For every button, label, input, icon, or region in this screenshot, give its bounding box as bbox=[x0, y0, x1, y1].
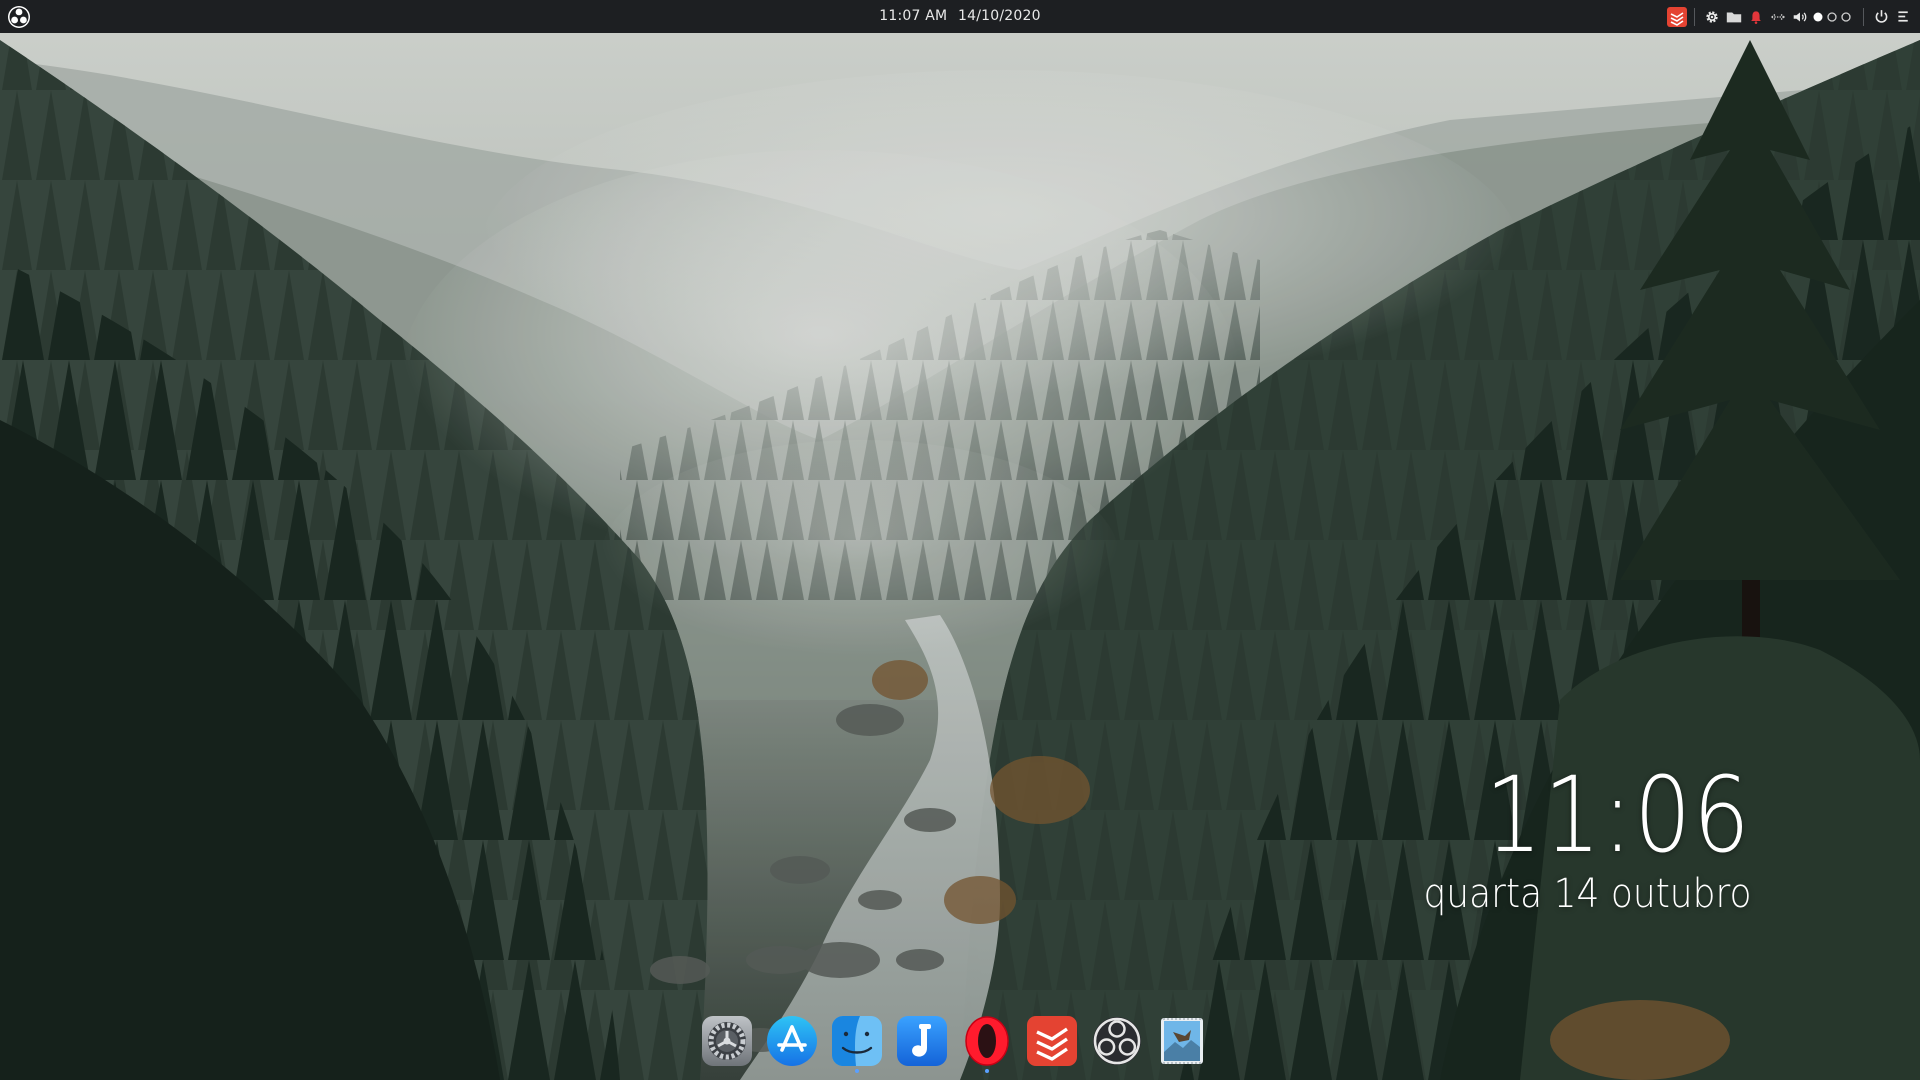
folder-icon[interactable] bbox=[1724, 7, 1744, 27]
power-icon[interactable] bbox=[1871, 7, 1891, 27]
todoist-icon[interactable] bbox=[1025, 1014, 1079, 1068]
workspace-indicator-icon[interactable] bbox=[1812, 7, 1856, 27]
opera-browser-icon[interactable] bbox=[960, 1014, 1014, 1073]
app-store-icon[interactable] bbox=[765, 1014, 819, 1068]
finder-icon[interactable] bbox=[830, 1014, 884, 1073]
desktop-clock-widget: 11:06 quarta 14 outubro bbox=[1387, 760, 1752, 918]
notification-bell-icon[interactable] bbox=[1746, 7, 1766, 27]
image-viewer-icon[interactable] bbox=[1155, 1014, 1209, 1068]
panel-time: 11:07 AM bbox=[879, 8, 948, 24]
tray-separator bbox=[1863, 7, 1864, 26]
system-tray bbox=[1666, 0, 1914, 33]
system-preferences-icon[interactable] bbox=[700, 1014, 754, 1068]
network-icon[interactable] bbox=[1768, 7, 1788, 27]
todoist-icon[interactable] bbox=[1667, 6, 1687, 27]
desktop: 11:07 AM 14/10/2020 11:06 quarta 14 outu… bbox=[0, 0, 1920, 1080]
settings-gear-icon[interactable] bbox=[1702, 7, 1722, 27]
tray-separator bbox=[1694, 7, 1695, 26]
volume-icon[interactable] bbox=[1790, 7, 1810, 27]
obs-studio-icon[interactable] bbox=[1090, 1014, 1144, 1068]
running-indicator bbox=[985, 1069, 989, 1073]
top-panel: 11:07 AM 14/10/2020 bbox=[0, 0, 1920, 33]
panel-date: 14/10/2020 bbox=[958, 8, 1041, 24]
music-player-icon[interactable] bbox=[895, 1014, 949, 1068]
running-indicator bbox=[855, 1069, 859, 1073]
menu-icon[interactable] bbox=[1893, 7, 1913, 27]
panel-clock[interactable]: 11:07 AM 14/10/2020 bbox=[0, 0, 1920, 33]
widget-time: 11:06 bbox=[1485, 754, 1752, 876]
widget-date: quarta 14 outubro bbox=[1423, 871, 1752, 917]
dock bbox=[700, 1014, 1209, 1074]
wallpaper bbox=[0, 0, 1920, 1080]
